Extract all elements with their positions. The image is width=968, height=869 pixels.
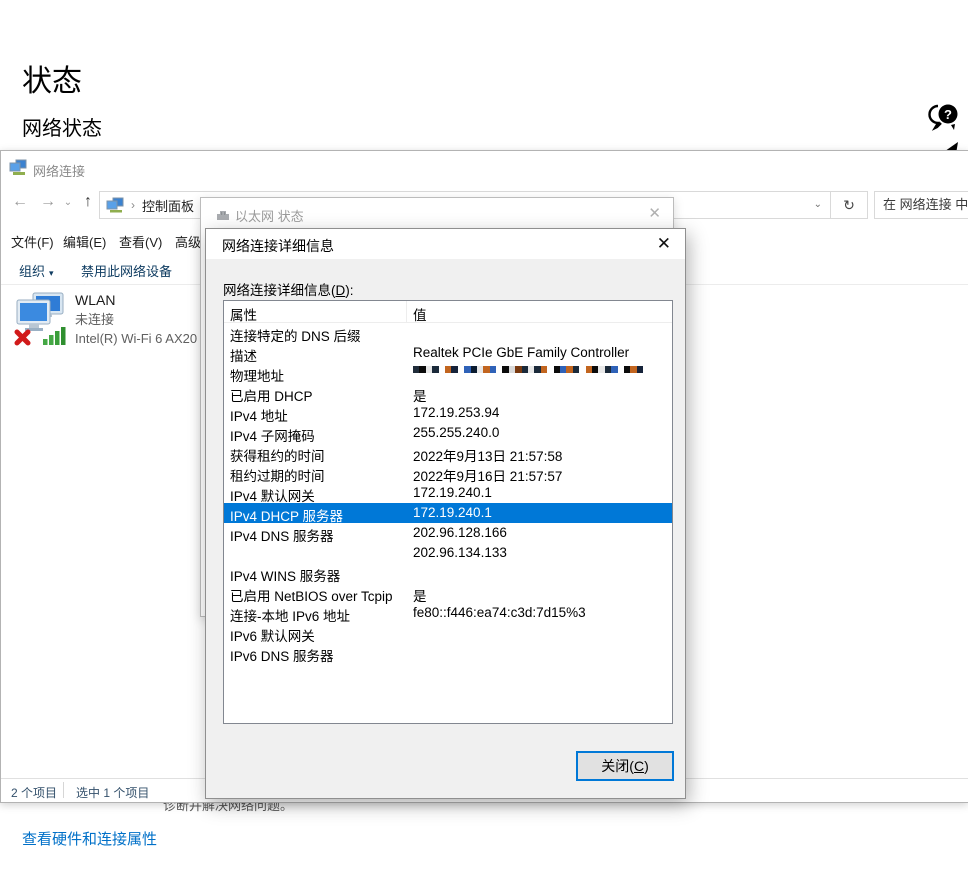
- row-value: [407, 623, 672, 643]
- details-list-label: 网络连接详细信息(D):: [223, 279, 354, 299]
- details-row[interactable]: 连接-本地 IPv6 地址fe80::f446:ea74:c3d:7d15%3: [224, 603, 672, 623]
- row-value: 172.19.253.94: [407, 403, 672, 423]
- row-value: [407, 563, 672, 583]
- listview-header[interactable]: 属性 值: [224, 301, 672, 323]
- row-property: 描述: [224, 343, 407, 363]
- details-row[interactable]: IPv6 默认网关: [224, 623, 672, 643]
- details-row[interactable]: IPv4 WINS 服务器: [224, 563, 672, 583]
- screen: 状态 网络状态 ? 诊断并解决网络问题。 查看硬件和连接属性 网络连接: [0, 0, 968, 869]
- wlan-name: WLAN: [75, 291, 197, 310]
- details-row[interactable]: 物理地址: [224, 363, 672, 383]
- search-input[interactable]: 在 网络连接 中搜索: [874, 191, 968, 219]
- details-row[interactable]: 已启用 DHCP是: [224, 383, 672, 403]
- close-icon[interactable]: ✕: [648, 204, 661, 222]
- row-property: IPv6 DNS 服务器: [224, 643, 407, 663]
- chevron-down-icon: ▾: [49, 268, 54, 278]
- breadcrumb-icon: [106, 197, 124, 213]
- physical-address-redacted: [413, 366, 672, 380]
- row-value: 2022年9月16日 21:57:57: [407, 463, 672, 483]
- details-listview[interactable]: 属性 值 连接特定的 DNS 后缀描述Realtek PCIe GbE Fami…: [223, 300, 673, 724]
- items-count: 2 个项目: [11, 784, 57, 801]
- details-row[interactable]: 202.96.134.133: [224, 543, 672, 563]
- dialog-title: 网络连接详细信息: [222, 236, 334, 256]
- details-row[interactable]: 已启用 NetBIOS over Tcpip是: [224, 583, 672, 603]
- history-dropdown-icon[interactable]: ⌄: [61, 197, 75, 208]
- menu-file[interactable]: 文件(F): [11, 232, 54, 251]
- svg-text:?: ?: [944, 107, 952, 122]
- row-property: 物理地址: [224, 363, 407, 383]
- breadcrumb-separator: ›: [131, 198, 135, 212]
- close-icon[interactable]: ✕: [657, 234, 671, 254]
- details-row[interactable]: IPv4 子网掩码255.255.240.0: [224, 423, 672, 443]
- get-help-icon[interactable]: ?: [924, 100, 962, 134]
- dialog-titlebar[interactable]: 网络连接详细信息 ✕: [206, 229, 685, 259]
- breadcrumb-control-panel[interactable]: 控制面板: [142, 196, 194, 215]
- row-property: 连接特定的 DNS 后缀: [224, 323, 407, 343]
- window-title: 网络连接: [33, 161, 85, 180]
- status-divider: [63, 782, 64, 798]
- row-value: 是: [407, 583, 672, 603]
- row-property: IPv4 地址: [224, 403, 407, 423]
- details-row[interactable]: IPv4 DHCP 服务器172.19.240.1: [224, 503, 672, 523]
- row-property: 连接-本地 IPv6 地址: [224, 603, 407, 623]
- details-row[interactable]: IPv6 DNS 服务器: [224, 643, 672, 663]
- row-property: 已启用 DHCP: [224, 383, 407, 403]
- selected-count: 选中 1 个项目: [76, 784, 149, 801]
- details-row[interactable]: 描述Realtek PCIe GbE Family Controller: [224, 343, 672, 363]
- row-value: 是: [407, 383, 672, 403]
- row-property: IPv4 子网掩码: [224, 423, 407, 443]
- column-value[interactable]: 值: [407, 301, 672, 322]
- up-button[interactable]: ↑: [77, 193, 99, 211]
- row-value: 255.255.240.0: [407, 423, 672, 443]
- address-dropdown-icon[interactable]: ⌄: [814, 199, 822, 210]
- row-property: IPv4 DHCP 服务器: [224, 503, 407, 523]
- row-value: 202.96.134.133: [407, 543, 672, 563]
- refresh-button[interactable]: ↻: [831, 191, 868, 219]
- row-value: Realtek PCIe GbE Family Controller: [407, 343, 672, 363]
- row-value: [407, 643, 672, 663]
- row-value: [407, 323, 672, 343]
- organize-button[interactable]: 组织▾: [19, 261, 54, 280]
- disable-device-button[interactable]: 禁用此网络设备: [81, 261, 172, 280]
- close-button[interactable]: 关闭(C): [576, 751, 674, 781]
- details-row[interactable]: 连接特定的 DNS 后缀: [224, 323, 672, 343]
- row-property: IPv6 默认网关: [224, 623, 407, 643]
- row-property: 已启用 NetBIOS over Tcpip: [224, 583, 407, 603]
- ethernet-dialog-title: 以太网 状态: [235, 206, 304, 225]
- details-list-rows: 连接特定的 DNS 后缀描述Realtek PCIe GbE Family Co…: [224, 323, 672, 663]
- connection-details-dialog[interactable]: 网络连接详细信息 ✕ 网络连接详细信息(D): 属性 值 连接特定的 DNS 后…: [205, 228, 686, 799]
- menu-edit[interactable]: 编辑(E): [63, 232, 106, 251]
- row-property: IPv4 默认网关: [224, 483, 407, 503]
- row-value: 202.96.128.166: [407, 523, 672, 543]
- details-row[interactable]: IPv4 地址172.19.253.94: [224, 403, 672, 423]
- row-property: IPv4 WINS 服务器: [224, 563, 407, 583]
- menu-view[interactable]: 查看(V): [119, 232, 162, 251]
- wlan-status: 未连接: [75, 310, 197, 329]
- row-property: [224, 543, 407, 563]
- row-property: IPv4 DNS 服务器: [224, 523, 407, 543]
- row-value: fe80::f446:ea74:c3d:7d15%3: [407, 603, 672, 623]
- row-value: 172.19.240.1: [407, 483, 672, 503]
- row-property: 获得租约的时间: [224, 443, 407, 463]
- details-row[interactable]: IPv4 DNS 服务器202.96.128.166: [224, 523, 672, 543]
- row-value: 172.19.240.1: [407, 503, 672, 523]
- row-value: 2022年9月13日 21:57:58: [407, 443, 672, 463]
- view-hardware-properties-link[interactable]: 查看硬件和连接属性: [22, 828, 157, 849]
- row-property: 租约过期的时间: [224, 463, 407, 483]
- network-connections-icon: [9, 159, 27, 176]
- details-row[interactable]: IPv4 默认网关172.19.240.1: [224, 483, 672, 503]
- details-row[interactable]: 获得租约的时间2022年9月13日 21:57:58: [224, 443, 672, 463]
- window-titlebar[interactable]: 网络连接: [1, 151, 968, 187]
- back-button[interactable]: ←: [9, 193, 31, 211]
- wlan-adapter: Intel(R) Wi-Fi 6 AX20: [75, 329, 197, 348]
- forward-button[interactable]: →: [37, 193, 59, 211]
- page-title: 状态: [22, 56, 82, 100]
- section-title: 网络状态: [22, 112, 102, 141]
- column-property[interactable]: 属性: [224, 301, 407, 322]
- details-row[interactable]: 租约过期的时间2022年9月16日 21:57:57: [224, 463, 672, 483]
- ethernet-plug-icon: [215, 209, 231, 221]
